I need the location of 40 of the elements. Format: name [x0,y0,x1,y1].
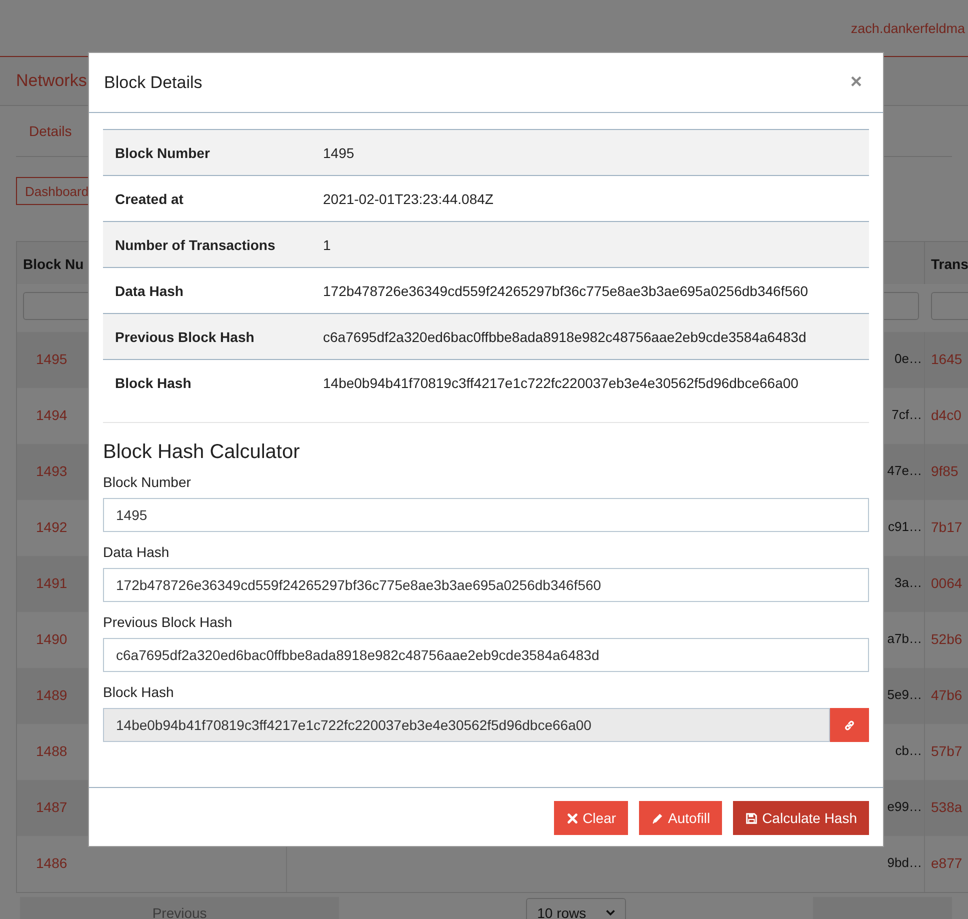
clear-button[interactable]: Clear [554,801,628,835]
previous-button[interactable]: Previous [20,897,340,919]
field-label: Block Number [103,474,191,490]
table-cell[interactable]: 1645 [925,332,968,388]
field-label: Data Hash [103,544,170,560]
column-header: Trans [925,242,968,284]
page-size-select[interactable]: 10 rows [526,898,626,919]
input-field[interactable]: 172b478726e36349cd559f24265297bf36c775e8ae3b3ae695a0256db346f560 [103,568,869,602]
input-field[interactable]: 14be0b94b41f70819c3ff4217e1c722fc220037eb3e4e30562f5d96dbce66a00 [103,708,830,742]
close-button[interactable]: × [844,71,868,94]
detail-label: Previous Block Hash [114,328,256,344]
table-cell[interactable]: 9f85 [925,444,968,500]
detail-label: Block Hash [114,375,192,391]
section-heading: Block Hash Calculator [103,441,301,464]
detail-label: Data Hash [114,282,184,298]
copy-link-button[interactable] [830,708,869,742]
input-field[interactable]: c6a7695df2a320ed6bac0ffbbe8ada8918e982c48756aae2eb9cde3584a6483d [103,638,869,672]
detail-value: 172b478726e36349cd559f24265297bf36c775e8ae3b3ae695a0256db346f560 [323,282,808,298]
field-label: Block Hash [103,684,174,700]
table-cell[interactable]: e877 [925,836,968,892]
detail-value: 1 [323,236,331,252]
detail-label: Created at [114,190,184,206]
calculate-button[interactable]: Calculate Hash [733,801,869,835]
x-icon [566,812,579,824]
detail-value: 2021-02-01T23:23:44.084Z [323,190,494,206]
field-label: Previous Block Hash [103,614,232,630]
table-cell[interactable]: 538a [925,780,968,836]
tab[interactable]: Details [29,123,72,139]
dialog-title: Block Details [104,72,202,92]
autofill-button[interactable]: Autofill [639,801,722,835]
detail-value: 14be0b94b41f70819c3ff4217e1c722fc220037eb3e4e30562f5d96dbce66a00 [323,375,798,391]
table-cell[interactable]: 47b6 [925,668,968,724]
page-title: Networks [16,71,87,91]
chain-link-icon [843,718,856,732]
user-name[interactable]: zach.dankerfeldma [850,20,965,36]
detail-label: Block Number [114,144,211,160]
table-cell[interactable]: 0064 [925,556,968,612]
input-field[interactable]: 1495 [103,498,869,532]
detail-value: 1495 [323,144,354,160]
pencil-icon [651,812,664,824]
